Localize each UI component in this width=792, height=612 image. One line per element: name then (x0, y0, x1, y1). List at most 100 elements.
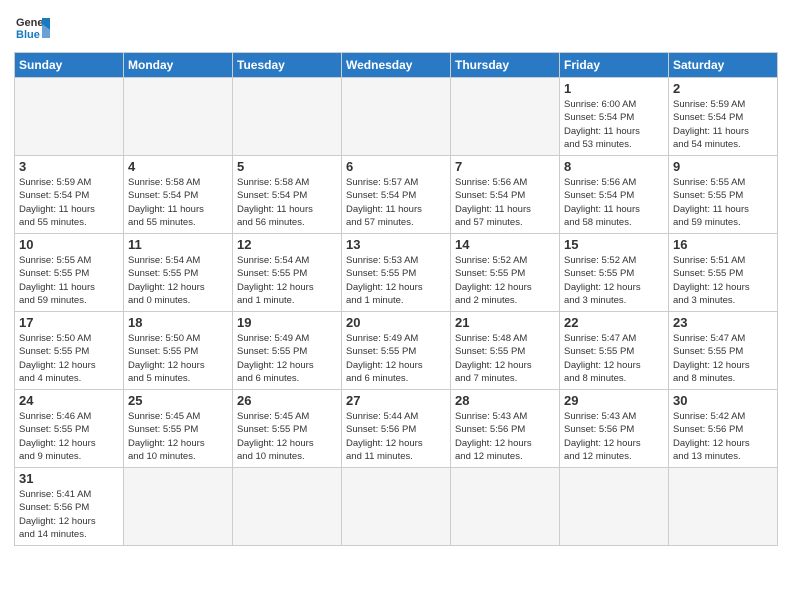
weekday-tuesday: Tuesday (233, 53, 342, 78)
calendar-cell: 26Sunrise: 5:45 AM Sunset: 5:55 PM Dayli… (233, 390, 342, 468)
day-number: 9 (673, 159, 773, 174)
day-info: Sunrise: 5:42 AM Sunset: 5:56 PM Dayligh… (673, 410, 773, 463)
calendar-cell: 30 Sunrise: 5:42 AM Sunset: 5:56 PM Dayli… (669, 390, 778, 468)
day-number: 12 (237, 237, 337, 252)
header: General Blue (14, 10, 778, 46)
day-number: 18 (128, 315, 228, 330)
calendar-cell (342, 78, 451, 156)
calendar-cell: 7 Sunrise: 5:56 AM Sunset: 5:54 PM Daylig… (451, 156, 560, 234)
calendar-cell (233, 78, 342, 156)
calendar-cell: 28 Sunrise: 5:43 AM Sunset: 5:56 PM Dayli… (451, 390, 560, 468)
calendar-cell (233, 468, 342, 546)
week-row-0: 1Sunrise: 6:00 AM Sunset: 5:54 PM Daylig… (15, 78, 778, 156)
calendar-cell: 16 Sunrise: 5:51 AM Sunset: 5:55 PM Dayli… (669, 234, 778, 312)
day-info: Sunrise: 5:58 AM Sunset: 5:54 PM Dayligh… (128, 176, 228, 229)
day-info: Sunrise: 5:49 AM Sunset: 5:55 PM Dayligh… (346, 332, 446, 385)
calendar-cell: 1Sunrise: 6:00 AM Sunset: 5:54 PM Daylig… (560, 78, 669, 156)
day-info: Sunrise: 5:56 AM Sunset: 5:54 PM Dayligh… (455, 176, 555, 229)
day-info: Sunrise: 5:59 AM Sunset: 5:54 PM Dayligh… (19, 176, 119, 229)
calendar-cell: 20 Sunrise: 5:49 AM Sunset: 5:55 PM Dayli… (342, 312, 451, 390)
day-info: Sunrise: 5:50 AM Sunset: 5:55 PM Dayligh… (19, 332, 119, 385)
calendar-cell (124, 78, 233, 156)
day-number: 13 (346, 237, 446, 252)
day-info: Sunrise: 5:44 AM Sunset: 5:56 PM Dayligh… (346, 410, 446, 463)
calendar-cell: 11 Sunrise: 5:54 AM Sunset: 5:55 PM Dayli… (124, 234, 233, 312)
calendar-cell: 13Sunrise: 5:53 AM Sunset: 5:55 PM Dayli… (342, 234, 451, 312)
calendar-cell: 3 Sunrise: 5:59 AM Sunset: 5:54 PM Daylig… (15, 156, 124, 234)
day-number: 25 (128, 393, 228, 408)
calendar-cell: 25Sunrise: 5:45 AM Sunset: 5:55 PM Dayli… (124, 390, 233, 468)
day-number: 3 (19, 159, 119, 174)
weekday-saturday: Saturday (669, 53, 778, 78)
day-info: Sunrise: 5:54 AM Sunset: 5:55 PM Dayligh… (128, 254, 228, 307)
day-number: 28 (455, 393, 555, 408)
weekday-header-row: SundayMondayTuesdayWednesdayThursdayFrid… (15, 53, 778, 78)
day-number: 2 (673, 81, 773, 96)
day-number: 23 (673, 315, 773, 330)
calendar-cell: 18 Sunrise: 5:50 AM Sunset: 5:55 PM Dayli… (124, 312, 233, 390)
week-row-1: 3 Sunrise: 5:59 AM Sunset: 5:54 PM Daylig… (15, 156, 778, 234)
day-number: 10 (19, 237, 119, 252)
day-info: Sunrise: 5:57 AM Sunset: 5:54 PM Dayligh… (346, 176, 446, 229)
day-info: Sunrise: 5:58 AM Sunset: 5:54 PM Dayligh… (237, 176, 337, 229)
calendar-cell: 27 Sunrise: 5:44 AM Sunset: 5:56 PM Dayli… (342, 390, 451, 468)
weekday-wednesday: Wednesday (342, 53, 451, 78)
calendar-cell: 14 Sunrise: 5:52 AM Sunset: 5:55 PM Dayli… (451, 234, 560, 312)
week-row-2: 10Sunrise: 5:55 AM Sunset: 5:55 PM Dayli… (15, 234, 778, 312)
day-number: 11 (128, 237, 228, 252)
weekday-friday: Friday (560, 53, 669, 78)
calendar-cell: 12 Sunrise: 5:54 AM Sunset: 5:55 PM Dayli… (233, 234, 342, 312)
day-number: 22 (564, 315, 664, 330)
day-info: Sunrise: 5:47 AM Sunset: 5:55 PM Dayligh… (564, 332, 664, 385)
day-number: 27 (346, 393, 446, 408)
calendar-cell (451, 78, 560, 156)
weekday-monday: Monday (124, 53, 233, 78)
calendar-cell: 10Sunrise: 5:55 AM Sunset: 5:55 PM Dayli… (15, 234, 124, 312)
calendar-cell: 24Sunrise: 5:46 AM Sunset: 5:55 PM Dayli… (15, 390, 124, 468)
day-number: 8 (564, 159, 664, 174)
calendar-cell: 2 Sunrise: 5:59 AM Sunset: 5:54 PM Daylig… (669, 78, 778, 156)
day-info: Sunrise: 5:59 AM Sunset: 5:54 PM Dayligh… (673, 98, 773, 151)
calendar-cell: 31Sunrise: 5:41 AM Sunset: 5:56 PM Dayli… (15, 468, 124, 546)
day-number: 16 (673, 237, 773, 252)
day-number: 14 (455, 237, 555, 252)
day-info: Sunrise: 5:41 AM Sunset: 5:56 PM Dayligh… (19, 488, 119, 541)
day-info: Sunrise: 5:52 AM Sunset: 5:55 PM Dayligh… (455, 254, 555, 307)
day-number: 15 (564, 237, 664, 252)
day-number: 21 (455, 315, 555, 330)
calendar-cell: 22 Sunrise: 5:47 AM Sunset: 5:55 PM Dayli… (560, 312, 669, 390)
calendar-cell: 17 Sunrise: 5:50 AM Sunset: 5:55 PM Dayli… (15, 312, 124, 390)
day-info: Sunrise: 5:49 AM Sunset: 5:55 PM Dayligh… (237, 332, 337, 385)
calendar-cell: 4 Sunrise: 5:58 AM Sunset: 5:54 PM Daylig… (124, 156, 233, 234)
calendar-cell (342, 468, 451, 546)
day-info: Sunrise: 5:47 AM Sunset: 5:55 PM Dayligh… (673, 332, 773, 385)
day-number: 30 (673, 393, 773, 408)
calendar-cell: 23 Sunrise: 5:47 AM Sunset: 5:55 PM Dayli… (669, 312, 778, 390)
day-info: Sunrise: 5:43 AM Sunset: 5:56 PM Dayligh… (564, 410, 664, 463)
calendar-cell: 19Sunrise: 5:49 AM Sunset: 5:55 PM Dayli… (233, 312, 342, 390)
day-info: Sunrise: 5:43 AM Sunset: 5:56 PM Dayligh… (455, 410, 555, 463)
day-info: Sunrise: 5:51 AM Sunset: 5:55 PM Dayligh… (673, 254, 773, 307)
day-info: Sunrise: 5:48 AM Sunset: 5:55 PM Dayligh… (455, 332, 555, 385)
day-number: 1 (564, 81, 664, 96)
day-info: Sunrise: 5:50 AM Sunset: 5:55 PM Dayligh… (128, 332, 228, 385)
day-number: 5 (237, 159, 337, 174)
day-info: Sunrise: 5:56 AM Sunset: 5:54 PM Dayligh… (564, 176, 664, 229)
calendar-cell (15, 78, 124, 156)
logo: General Blue (14, 10, 50, 46)
day-number: 20 (346, 315, 446, 330)
day-info: Sunrise: 5:45 AM Sunset: 5:55 PM Dayligh… (237, 410, 337, 463)
calendar-cell: 5 Sunrise: 5:58 AM Sunset: 5:54 PM Daylig… (233, 156, 342, 234)
day-number: 4 (128, 159, 228, 174)
page: General Blue SundayMondayTuesdayWednesda… (0, 0, 792, 612)
weekday-sunday: Sunday (15, 53, 124, 78)
calendar-cell: 6Sunrise: 5:57 AM Sunset: 5:54 PM Daylig… (342, 156, 451, 234)
day-info: Sunrise: 5:54 AM Sunset: 5:55 PM Dayligh… (237, 254, 337, 307)
calendar-cell: 29Sunrise: 5:43 AM Sunset: 5:56 PM Dayli… (560, 390, 669, 468)
weekday-thursday: Thursday (451, 53, 560, 78)
day-number: 7 (455, 159, 555, 174)
calendar-cell (560, 468, 669, 546)
calendar-cell: 15Sunrise: 5:52 AM Sunset: 5:55 PM Dayli… (560, 234, 669, 312)
logo-icon: General Blue (14, 10, 50, 46)
day-number: 17 (19, 315, 119, 330)
